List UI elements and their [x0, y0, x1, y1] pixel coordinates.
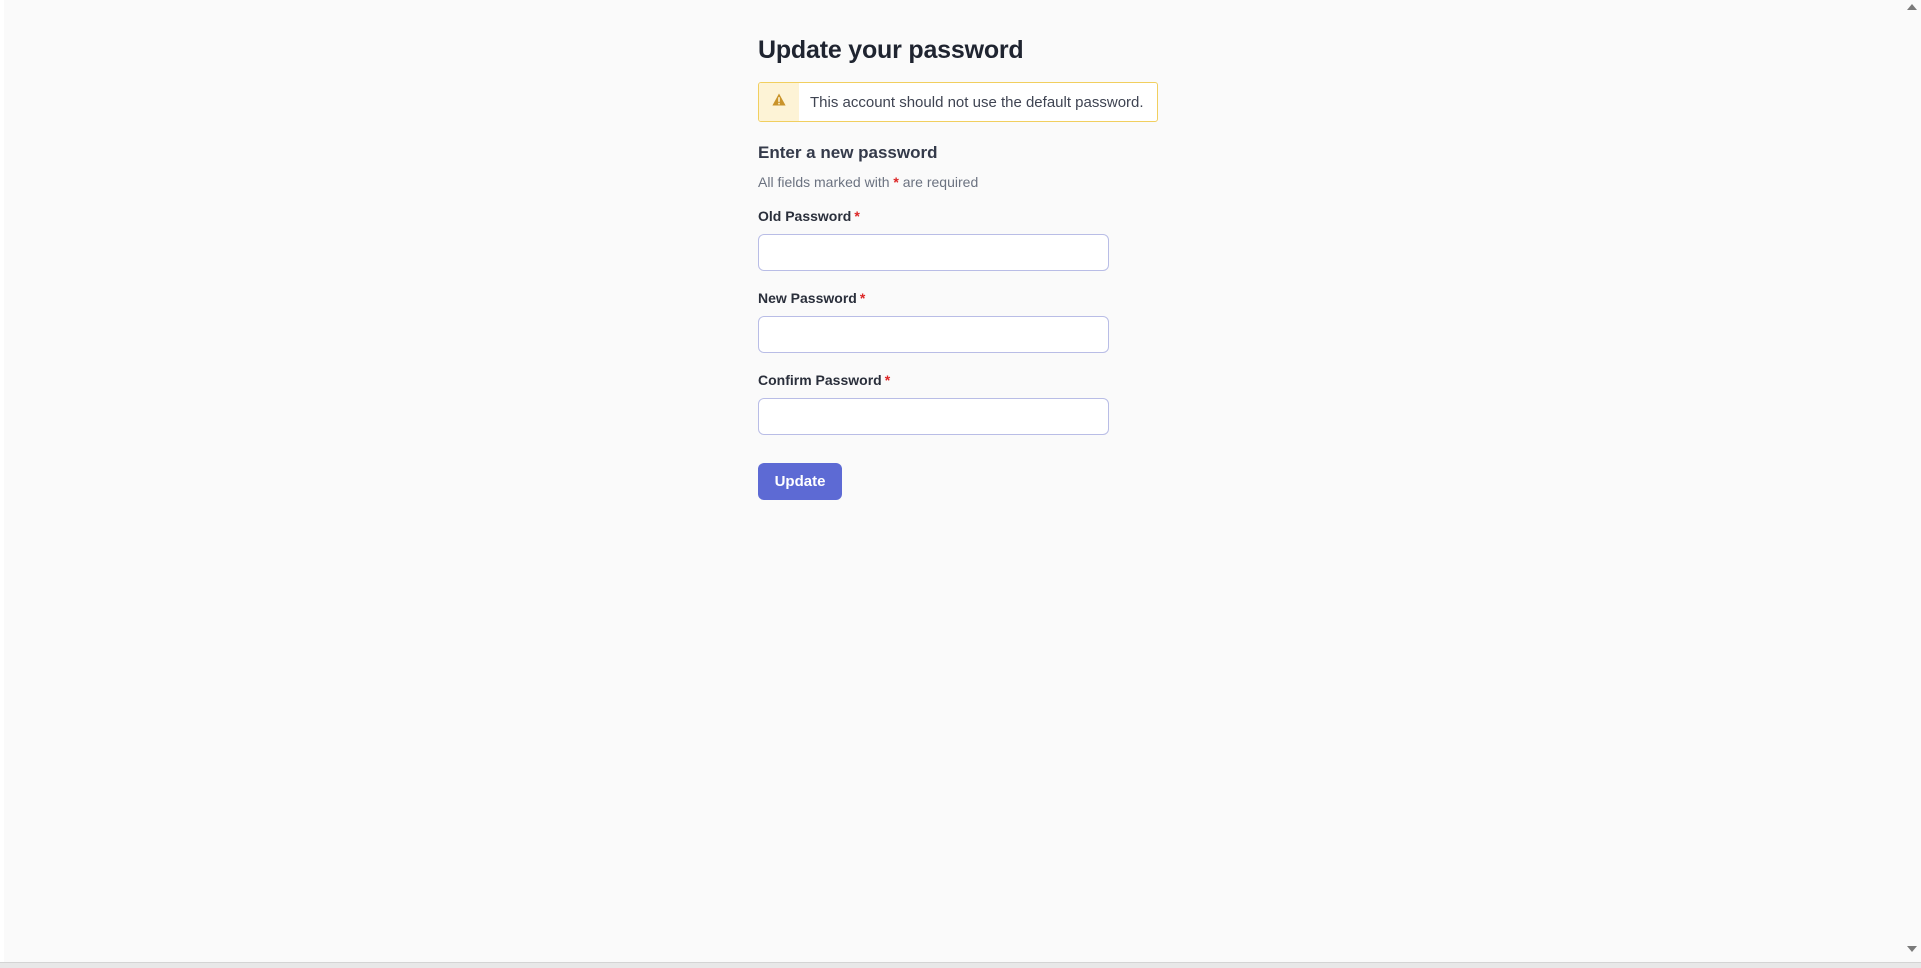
hint-text-before: All fields marked with	[758, 174, 890, 190]
old-password-label: Old Password *	[758, 208, 860, 224]
page-title: Update your password	[758, 36, 1024, 64]
section-title: Enter a new password	[758, 143, 938, 162]
old-password-label-text: Old Password	[758, 208, 852, 224]
confirm-password-field: Confirm Password *	[758, 371, 1158, 435]
new-password-label-text: New Password	[758, 290, 857, 306]
scroll-up-arrow-icon[interactable]	[1907, 4, 1917, 10]
new-password-input[interactable]	[758, 316, 1109, 353]
new-password-label: New Password *	[758, 290, 865, 306]
required-marker: *	[854, 208, 860, 224]
new-password-field: New Password *	[758, 289, 1158, 353]
required-marker: *	[884, 372, 891, 388]
confirm-password-label: Confirm Password *	[758, 372, 890, 388]
password-update-form: Update your password This account should…	[758, 34, 1158, 500]
warning-triangle-icon	[772, 93, 786, 111]
alert-icon-box	[759, 83, 799, 121]
hint-text-after: are required	[902, 174, 979, 190]
horizontal-scrollbar[interactable]	[0, 962, 1921, 968]
old-password-input[interactable]	[758, 234, 1109, 271]
alert-message: This account should not use the default …	[810, 93, 1144, 111]
vertical-scrollbar[interactable]	[1905, 0, 1921, 968]
required-marker: *	[893, 174, 899, 190]
confirm-password-label-text: Confirm Password	[758, 372, 882, 388]
confirm-password-input[interactable]	[758, 398, 1109, 435]
required-marker: *	[859, 290, 866, 306]
old-password-field: Old Password *	[758, 207, 1158, 271]
page-viewport: Update your password This account should…	[0, 0, 1921, 968]
default-password-alert: This account should not use the default …	[758, 82, 1158, 122]
scroll-down-arrow-icon[interactable]	[1907, 946, 1917, 952]
update-button[interactable]: Update	[758, 463, 842, 500]
required-fields-hint: All fields marked with * are required	[758, 173, 1158, 191]
